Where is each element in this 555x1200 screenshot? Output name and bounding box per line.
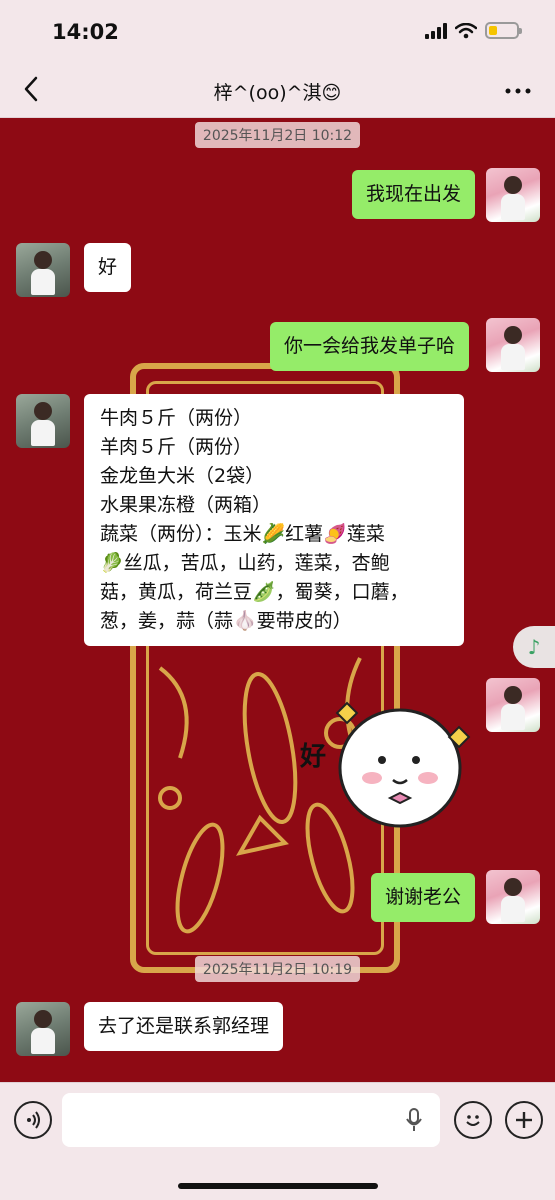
emoji-icon[interactable] [454,1101,492,1139]
message-bubble-received[interactable]: 好 [84,243,132,292]
plus-icon[interactable] [505,1101,543,1139]
message-bubble-received-list[interactable]: 牛肉５斤（两份） 羊肉５斤（两份） 金龙鱼大米（2袋） 水果果冻橙（两箱） 蔬菜… [84,394,464,646]
list-line: 羊肉５斤（两份） [100,436,253,458]
message-bubble-sent[interactable]: 你一会给我发单子哈 [269,322,469,371]
timestamp-text: 2025年11月2日 10:19 [194,956,361,982]
list-line: 菇，黄瓜，荷兰豆🫛，蜀葵，口蘑， [100,581,409,603]
my-avatar[interactable] [486,318,540,372]
my-avatar[interactable] [486,870,540,924]
chat-area[interactable]: 2025年11月2日 10:12 我现在出发 好 你一会给我发单子哈 牛肉５斤（… [0,118,555,1082]
status-icons [425,22,522,39]
sticker-message[interactable]: 好 [300,698,480,828]
home-indicator [178,1183,378,1189]
contact-avatar[interactable] [16,1002,70,1056]
message-bubble-sent[interactable]: 我现在出发 [351,170,475,219]
my-avatar[interactable] [486,678,540,732]
signal-icon [425,22,447,39]
list-line: 🥬丝瓜，苦瓜，山药，莲菜，杏鲍 [100,552,390,574]
my-avatar[interactable] [486,168,540,222]
timestamp: 2025年11月2日 10:12 [0,122,555,148]
list-line: 牛肉５斤（两份） [100,407,253,429]
chat-header: 梓^(oo)^淇😊 [0,62,555,118]
sticker-text: 好 [300,742,327,772]
battery-icon [485,22,522,39]
list-line: 水果果冻橙（两箱） [100,494,272,516]
sticker-image [335,701,471,828]
contact-avatar[interactable] [16,243,70,297]
message-bubble-received[interactable]: 去了还是联系郭经理 [84,1002,284,1051]
message-input[interactable] [62,1093,440,1147]
contact-avatar[interactable] [16,394,70,448]
list-line: 葱，姜，蒜（蒜🧄要带皮的） [100,610,352,632]
wifi-icon [455,22,477,38]
voice-icon[interactable] [14,1101,52,1139]
status-bar: 14:02 [0,0,555,62]
message-bubble-sent[interactable]: 谢谢老公 [370,873,475,922]
timestamp-text: 2025年11月2日 10:12 [194,122,361,148]
more-dots-icon[interactable] [503,76,533,106]
status-time: 14:02 [52,20,119,44]
timestamp: 2025年11月2日 10:19 [0,956,555,982]
chat-title[interactable]: 梓^(oo)^淇😊 [0,78,555,105]
list-line: 蔬菜（两份）：玉米🌽红薯🍠莲菜 [100,523,385,545]
mic-icon[interactable] [406,1108,422,1132]
music-note-icon[interactable]: ♪ [513,626,555,668]
list-line: 金龙鱼大米（2袋） [100,465,265,487]
